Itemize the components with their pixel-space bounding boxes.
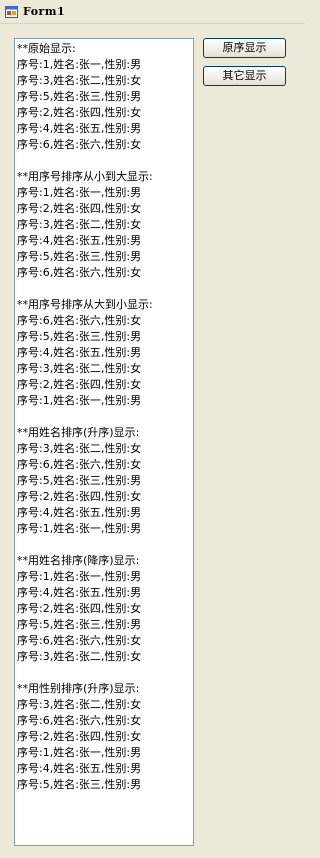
window-title: Form1 [23, 5, 66, 18]
output-line: 序号:4,姓名:张五,性别:男 [17, 122, 142, 135]
output-line: 序号:2,姓名:张四,性别:女 [17, 490, 142, 503]
output-line: 序号:1,姓名:张一,性别:男 [17, 522, 142, 535]
output-line: 序号:3,姓名:张二,性别:女 [17, 362, 142, 375]
output-line: 序号:1,姓名:张一,性别:男 [17, 394, 142, 407]
output-line: 序号:4,姓名:张五,性别:男 [17, 346, 142, 359]
output-line: 序号:5,姓名:张三,性别:男 [17, 250, 142, 263]
output-line: **用序号排序从小到大显示: [17, 170, 153, 183]
output-line: 序号:5,姓名:张三,性别:男 [17, 474, 142, 487]
output-text: **原始显示: 序号:1,姓名:张一,性别:男 序号:3,姓名:张二,性别:女 序号:… [17, 41, 191, 843]
output-line: 序号:2,姓名:张四,性别:女 [17, 106, 142, 119]
original-order-button[interactable]: 原序显示 [203, 38, 286, 58]
output-line: 序号:3,姓名:张二,性别:女 [17, 650, 142, 663]
output-line: 序号:6,姓名:张六,性别:女 [17, 266, 142, 279]
output-line: 序号:1,姓名:张一,性别:男 [17, 746, 142, 759]
output-line: 序号:4,姓名:张五,性别:男 [17, 762, 142, 775]
output-line: 序号:2,姓名:张四,性别:女 [17, 602, 142, 615]
output-line: **用序号排序从大到小显示: [17, 298, 153, 311]
output-line: 序号:6,姓名:张六,性别:女 [17, 634, 142, 647]
output-line: 序号:5,姓名:张三,性别:男 [17, 778, 142, 791]
output-line: 序号:3,姓名:张二,性别:女 [17, 698, 142, 711]
output-line: 序号:6,姓名:张六,性别:女 [17, 314, 142, 327]
output-line: 序号:2,姓名:张四,性别:女 [17, 730, 142, 743]
output-line: 序号:2,姓名:张四,性别:女 [17, 378, 142, 391]
output-line: 序号:4,姓名:张五,性别:男 [17, 586, 142, 599]
other-display-button[interactable]: 其它显示 [203, 66, 286, 86]
output-line: 序号:1,姓名:张一,性别:男 [17, 186, 142, 199]
output-textbox[interactable]: **原始显示: 序号:1,姓名:张一,性别:男 序号:3,姓名:张二,性别:女 序号:… [14, 38, 194, 846]
app-window-icon [5, 6, 18, 18]
form-client-area: **原始显示: 序号:1,姓名:张一,性别:男 序号:3,姓名:张二,性别:女 序号:… [0, 24, 305, 858]
title-bar[interactable]: Form1 [0, 0, 305, 24]
output-line: 序号:3,姓名:张二,性别:女 [17, 74, 142, 87]
output-line: 序号:1,姓名:张一,性别:男 [17, 570, 142, 583]
output-line: 序号:4,姓名:张五,性别:男 [17, 506, 142, 519]
output-line: 序号:5,姓名:张三,性别:男 [17, 618, 142, 631]
output-line: **用姓名排序(升序)显示: [17, 426, 140, 439]
output-line: 序号:3,姓名:张二,性别:女 [17, 442, 142, 455]
output-line: 序号:6,姓名:张六,性别:女 [17, 138, 142, 151]
output-line: 序号:5,姓名:张三,性别:男 [17, 330, 142, 343]
output-line: 序号:5,姓名:张三,性别:男 [17, 90, 142, 103]
output-line: 序号:6,姓名:张六,性别:女 [17, 458, 142, 471]
output-line: **用性别排序(升序)显示: [17, 682, 140, 695]
output-line: 序号:2,姓名:张四,性别:女 [17, 202, 142, 215]
output-line: 序号:3,姓名:张二,性别:女 [17, 218, 142, 231]
output-line: 序号:1,姓名:张一,性别:男 [17, 58, 142, 71]
output-line: 序号:6,姓名:张六,性别:女 [17, 714, 142, 727]
output-line: **原始显示: [17, 42, 76, 55]
output-line: 序号:4,姓名:张五,性别:男 [17, 234, 142, 247]
output-line: **用姓名排序(降序)显示: [17, 554, 140, 567]
